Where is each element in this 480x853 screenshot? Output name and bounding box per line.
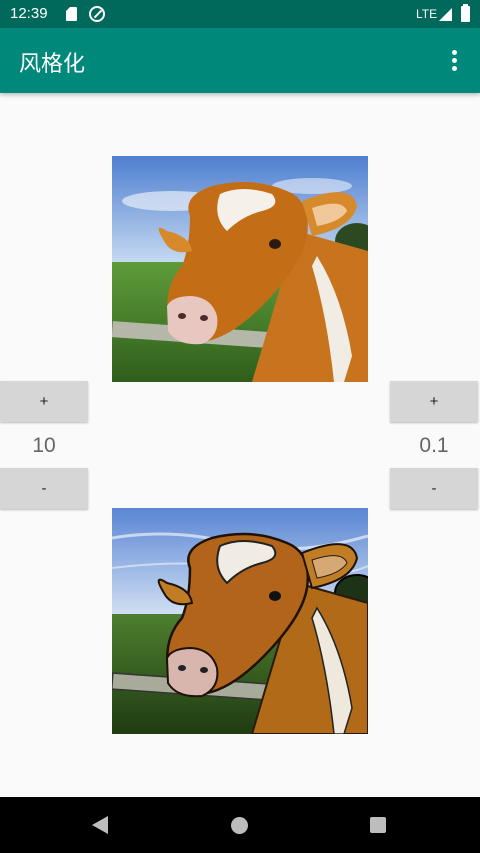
- left-decrement-button[interactable]: -: [0, 468, 88, 509]
- page-title: 风格化: [19, 52, 86, 77]
- battery-icon: [461, 4, 470, 22]
- navigation-bar: [0, 797, 480, 853]
- right-decrement-button[interactable]: -: [390, 468, 478, 509]
- signal-icon: [439, 8, 452, 21]
- stylized-image: [112, 508, 368, 734]
- original-image: [112, 156, 368, 382]
- sd-card-icon: [66, 7, 77, 21]
- sync-icon: [89, 6, 105, 22]
- right-increment-button[interactable]: +: [390, 381, 478, 422]
- back-icon[interactable]: [92, 816, 108, 834]
- left-value: 10: [32, 434, 56, 457]
- home-icon[interactable]: [231, 817, 248, 834]
- right-value: 0.1: [419, 434, 449, 457]
- network-type: LTE: [416, 7, 438, 21]
- more-vert-icon[interactable]: [448, 50, 460, 72]
- status-time: 12:39: [10, 5, 48, 22]
- recents-icon[interactable]: [370, 817, 386, 833]
- app-bar: 风格化: [0, 28, 480, 93]
- status-bar: 12:39 LTE: [0, 0, 480, 28]
- left-increment-button[interactable]: +: [0, 381, 88, 422]
